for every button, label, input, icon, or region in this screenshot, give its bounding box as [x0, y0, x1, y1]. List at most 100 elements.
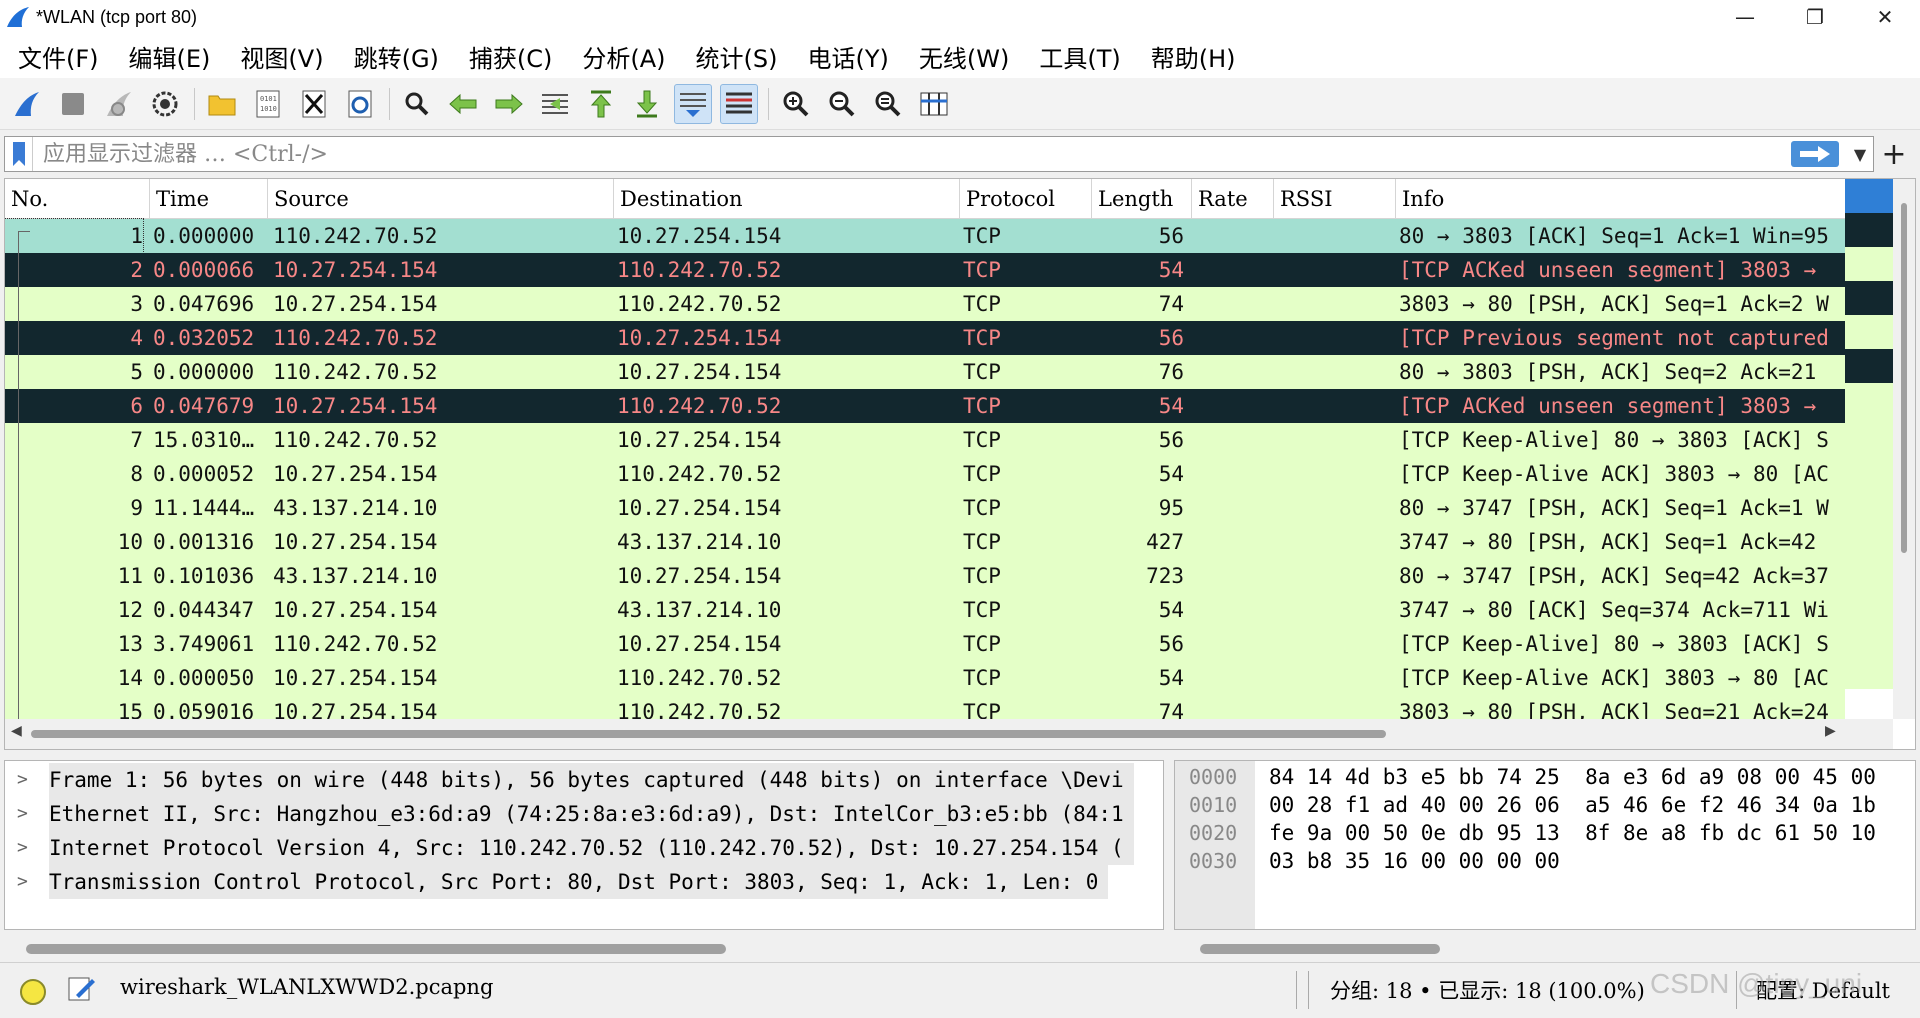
overview-block — [1845, 621, 1893, 655]
stop-capture-button[interactable] — [54, 84, 92, 124]
packet-list: No. Time Source Destination Protocol Len… — [4, 178, 1916, 750]
status-bar: wireshark_WLANLXWWD2.pcapng 分组: 18 • 已显示… — [0, 962, 1920, 1018]
maximize-button[interactable]: ❐ — [1780, 0, 1850, 34]
packet-cell-no: 14 — [117, 666, 143, 690]
overview-block — [1845, 451, 1893, 485]
packet-cell-time: 0.032052 — [153, 326, 255, 350]
packet-row[interactable]: 14 0.000050 10.27.254.154 110.242.70.52 TCP 5… — [5, 661, 1845, 695]
filter-history-dropdown[interactable]: ▼ — [1847, 145, 1873, 164]
minimize-button[interactable]: — — [1710, 0, 1780, 34]
go-to-packet-button[interactable] — [536, 84, 574, 124]
apply-filter-button[interactable] — [1791, 141, 1839, 167]
capture-comment-icon[interactable] — [66, 973, 96, 1003]
packet-cell-no: 9 — [130, 496, 143, 520]
packet-list-vertical-scrollbar[interactable] — [1893, 179, 1915, 719]
column-header-time[interactable]: Time — [150, 179, 268, 219]
packet-row[interactable]: 11 0.101036 43.137.214.10 10.27.254.154 TCP 7… — [5, 559, 1845, 593]
reload-file-button[interactable] — [341, 84, 379, 124]
menu-analyze[interactable]: 分析(A) — [582, 39, 665, 74]
menu-telephony[interactable]: 电话(Y) — [808, 39, 889, 74]
chevron-right-icon[interactable]: > — [17, 865, 37, 899]
packet-list-horizontal-scrollbar[interactable]: ◀ ▶ — [5, 719, 1893, 749]
detail-row-ethernet[interactable]: > Ethernet II, Src: Hangzhou_e3:6d:a9 (7… — [5, 797, 1163, 831]
packet-overview-map[interactable] — [1845, 179, 1893, 719]
save-file-button[interactable]: 0101 1010 — [249, 84, 287, 124]
column-header-protocol[interactable]: Protocol — [960, 179, 1092, 219]
menu-file[interactable]: 文件(F) — [18, 39, 99, 74]
detail-row-ipv4[interactable]: > Internet Protocol Version 4, Src: 110.… — [5, 831, 1163, 865]
hex-bytes-line[interactable]: fe 9a 00 50 0e db 95 13 8f 8e a8 fb dc 6… — [1269, 819, 1876, 847]
packet-cell-src: 110.242.70.52 — [273, 224, 438, 248]
open-file-button[interactable] — [203, 84, 241, 124]
packet-row[interactable]: 5 0.000000 110.242.70.52 10.27.254.154 TCP 76… — [5, 355, 1845, 389]
packet-cell-time: 0.000050 — [153, 666, 255, 690]
colorize-button[interactable] — [720, 83, 758, 124]
detail-row-frame[interactable]: > Frame 1: 56 bytes on wire (448 bits), … — [5, 763, 1163, 797]
packet-row[interactable]: 3 0.047696 10.27.254.154 110.242.70.52 TCP 74… — [5, 287, 1845, 321]
packet-row[interactable]: 1 0.000000 110.242.70.52 10.27.254.154 TCP 56… — [5, 218, 1845, 254]
go-first-button[interactable] — [582, 84, 620, 124]
find-packet-icon — [405, 92, 429, 115]
packet-row[interactable]: 13 3.749061 110.242.70.52 10.27.254.154 TCP 5… — [5, 627, 1845, 661]
packet-cell-time: 0.000052 — [153, 462, 255, 486]
column-header-destination[interactable]: Destination — [614, 179, 960, 219]
column-header-info[interactable]: Info — [1396, 179, 1845, 219]
close-file-button[interactable] — [295, 84, 333, 124]
packet-row[interactable]: 7 15.0310… 110.242.70.52 10.27.254.154 TCP 56… — [5, 423, 1845, 457]
scrollbar-thumb[interactable] — [1901, 203, 1907, 553]
hex-bytes-line[interactable]: 00 28 f1 ad 40 00 26 06 a5 46 6e f2 46 3… — [1269, 791, 1876, 819]
packet-cell-info: [TCP Keep-Alive ACK] 3803 → 80 [AC — [1399, 462, 1829, 486]
filter-bookmark-button[interactable] — [5, 137, 33, 171]
go-back-button[interactable] — [444, 84, 482, 124]
menu-help[interactable]: 帮助(H) — [1151, 39, 1236, 74]
packet-row[interactable]: 8 0.000052 10.27.254.154 110.242.70.52 TCP 54… — [5, 457, 1845, 491]
go-last-button[interactable] — [628, 84, 666, 124]
packet-cell-len: 723 — [1146, 564, 1184, 588]
menu-statistics[interactable]: 统计(S) — [696, 39, 778, 74]
expert-info-led-icon[interactable] — [20, 979, 46, 1005]
scrollbar-thumb[interactable] — [31, 730, 1386, 738]
column-header-length[interactable]: Length — [1092, 179, 1192, 219]
resize-columns-button[interactable] — [915, 84, 953, 124]
detail-row-tcp[interactable]: > Transmission Control Protocol, Src Por… — [5, 865, 1163, 899]
autoscroll-button[interactable] — [674, 83, 712, 124]
zoom-in-button[interactable] — [777, 84, 815, 124]
menu-edit[interactable]: 编辑(E) — [129, 39, 211, 74]
zoom-normal-button[interactable] — [869, 84, 907, 124]
close-button[interactable]: ✕ — [1850, 0, 1920, 34]
zoom-out-button[interactable] — [823, 84, 861, 124]
menu-go[interactable]: 跳转(G) — [354, 39, 439, 74]
chevron-right-icon[interactable]: > — [17, 763, 37, 797]
packet-cell-src: 110.242.70.52 — [273, 632, 438, 656]
hex-bytes-line[interactable]: 03 b8 35 16 00 00 00 00 — [1269, 847, 1560, 875]
chevron-right-icon[interactable]: > — [17, 797, 37, 831]
restart-capture-button[interactable] — [100, 84, 138, 124]
start-capture-button[interactable] — [8, 84, 46, 124]
bytes-horizontal-scrollbar[interactable] — [1200, 944, 1440, 954]
column-header-rate[interactable]: Rate — [1192, 179, 1274, 219]
menu-capture[interactable]: 捕获(C) — [469, 39, 552, 74]
column-header-no[interactable]: No. — [5, 179, 150, 219]
menu-view[interactable]: 视图(V) — [240, 39, 323, 74]
packet-row[interactable]: 10 0.001316 10.27.254.154 43.137.214.10 TCP 4… — [5, 525, 1845, 559]
hex-bytes-line[interactable]: 84 14 4d b3 e5 bb 74 25 8a e3 6d a9 08 0… — [1269, 763, 1876, 791]
details-horizontal-scrollbar[interactable] — [26, 944, 726, 954]
chevron-right-icon[interactable]: > — [17, 831, 37, 865]
column-header-rssi[interactable]: RSSI — [1274, 179, 1396, 219]
packet-row[interactable]: 2 0.000066 10.27.254.154 110.242.70.52 TCP 54… — [5, 253, 1845, 287]
scroll-right-icon[interactable]: ▶ — [1825, 723, 1836, 739]
menu-wireless[interactable]: 无线(W) — [919, 39, 1009, 74]
scroll-left-icon[interactable]: ◀ — [11, 723, 22, 739]
capture-options-button[interactable] — [146, 84, 184, 124]
packet-row[interactable]: 12 0.044347 10.27.254.154 43.137.214.10 TCP 5… — [5, 593, 1845, 627]
packet-row[interactable]: 9 11.1444… 43.137.214.10 10.27.254.154 TCP 95… — [5, 491, 1845, 525]
packet-cell-dst: 110.242.70.52 — [617, 258, 782, 282]
menu-tools[interactable]: 工具(T) — [1039, 39, 1120, 74]
go-forward-button[interactable] — [490, 84, 528, 124]
column-header-source[interactable]: Source — [268, 179, 614, 219]
find-packet-button[interactable] — [398, 84, 436, 124]
display-filter-input[interactable] — [33, 138, 1791, 170]
packet-row[interactable]: 4 0.032052 110.242.70.52 10.27.254.154 TCP 56… — [5, 321, 1845, 355]
packet-row[interactable]: 6 0.047679 10.27.254.154 110.242.70.52 TCP 54… — [5, 389, 1845, 423]
add-filter-button[interactable]: + — [1874, 136, 1914, 172]
